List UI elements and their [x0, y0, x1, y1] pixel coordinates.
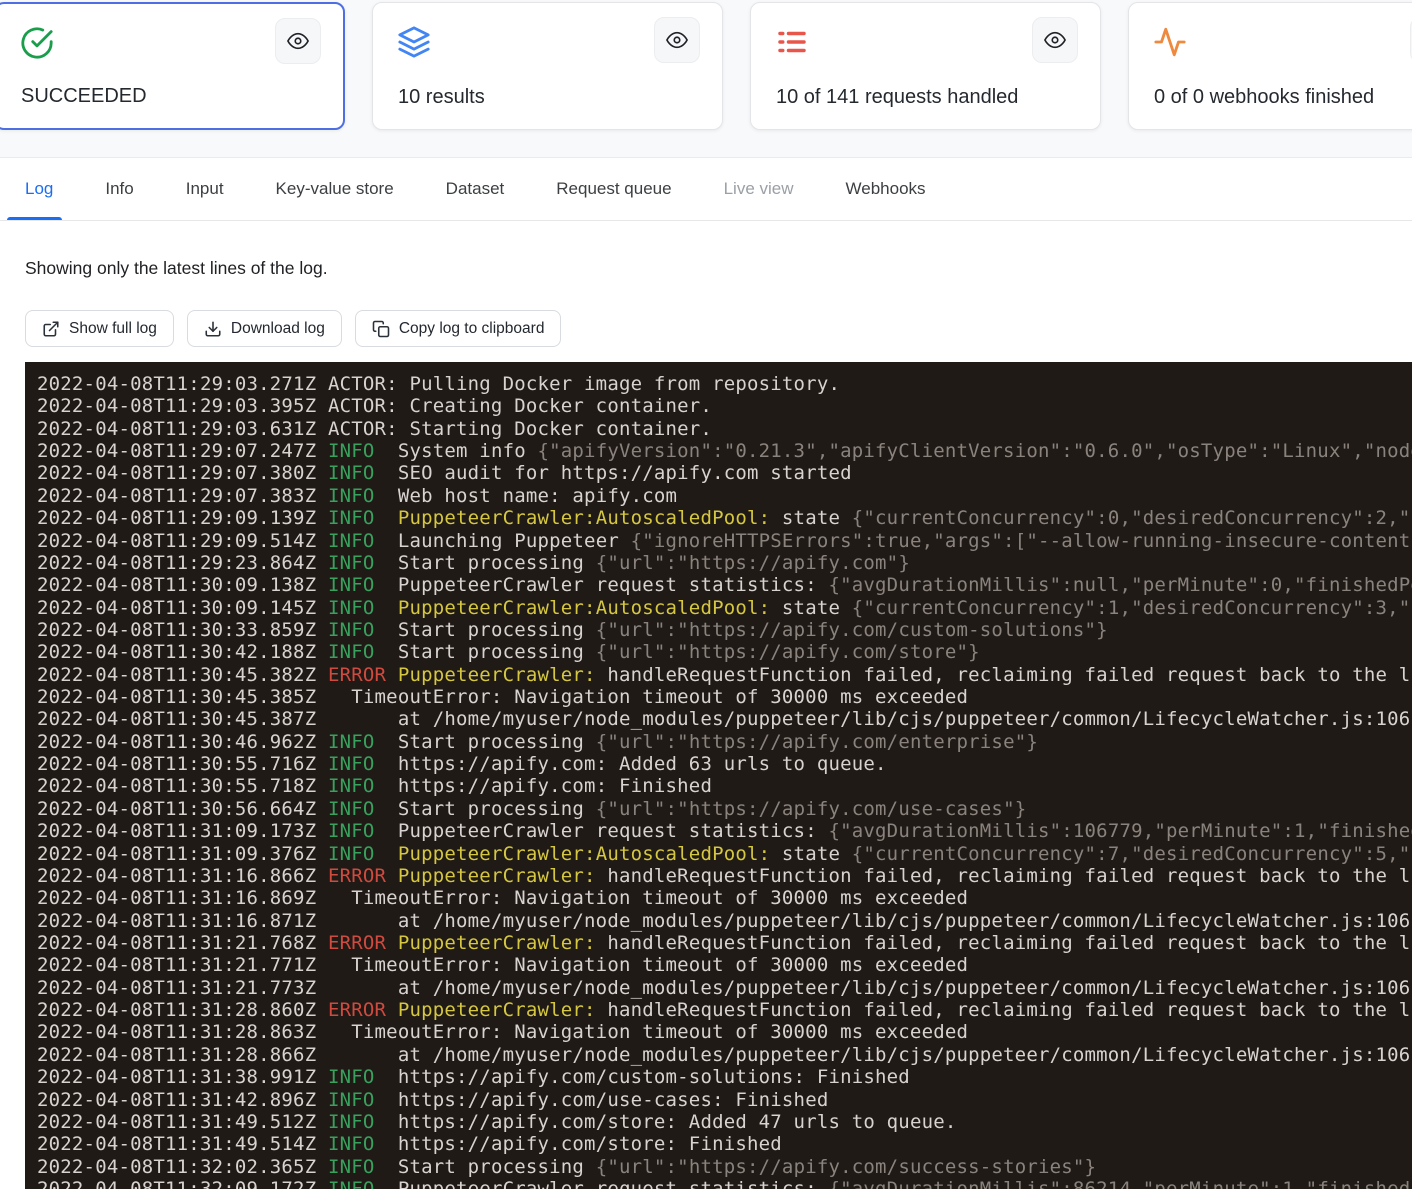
log-line: 2022-04-08T11:29:07.383Z INFO Web host n…: [37, 485, 1412, 507]
external-link-icon: [42, 320, 60, 338]
tab-log[interactable]: Log: [25, 179, 53, 199]
download-log-button[interactable]: Download log: [187, 310, 342, 347]
log-line: 2022-04-08T11:30:09.138Z INFO PuppeteerC…: [37, 574, 1412, 596]
log-note: Showing only the latest lines of the log…: [25, 258, 328, 279]
status-card-results: 10 results: [372, 2, 723, 130]
log-line: 2022-04-08T11:30:46.962Z INFO Start proc…: [37, 731, 1412, 753]
log-line: 2022-04-08T11:29:07.380Z INFO SEO audit …: [37, 462, 1412, 484]
log-line: 2022-04-08T11:29:03.395Z ACTOR: Creating…: [37, 395, 1412, 417]
log-line: 2022-04-08T11:32:09.172Z INFO PuppeteerC…: [37, 1178, 1412, 1189]
status-cards-row: SUCCEEDED 10 results: [0, 2, 1412, 130]
log-line: 2022-04-08T11:31:16.871Z at /home/myuser…: [37, 910, 1412, 932]
log-line: 2022-04-08T11:30:45.382Z ERROR Puppeteer…: [37, 664, 1412, 686]
log-line: 2022-04-08T11:30:33.859Z INFO Start proc…: [37, 619, 1412, 641]
download-icon: [204, 320, 222, 338]
tab-key-value-store[interactable]: Key-value store: [276, 179, 394, 199]
log-line: 2022-04-08T11:31:09.376Z INFO PuppeteerC…: [37, 843, 1412, 865]
copy-log-button[interactable]: Copy log to clipboard: [355, 310, 562, 347]
requests-label: 10 of 141 requests handled: [776, 86, 1018, 109]
activity-icon: [1153, 25, 1187, 64]
tab-input[interactable]: Input: [186, 179, 224, 199]
download-log-label: Download log: [231, 320, 325, 338]
tab-webhooks[interactable]: Webhooks: [846, 179, 926, 199]
log-actions: Show full log Download log Copy log to c…: [25, 310, 561, 347]
status-card-webhooks: 0 of 0 webhooks finished: [1128, 2, 1412, 130]
layers-icon: [397, 25, 431, 64]
eye-icon: [666, 29, 688, 51]
tab-info[interactable]: Info: [105, 179, 133, 199]
log-line: 2022-04-08T11:29:03.271Z ACTOR: Pulling …: [37, 373, 1412, 395]
view-results-button[interactable]: [654, 17, 700, 63]
webhooks-label: 0 of 0 webhooks finished: [1154, 86, 1374, 109]
log-line: 2022-04-08T11:32:02.365Z INFO Start proc…: [37, 1156, 1412, 1178]
show-full-log-label: Show full log: [69, 320, 157, 338]
tab-live-view: Live view: [724, 179, 794, 199]
log-line: 2022-04-08T11:31:42.896Z INFO https://ap…: [37, 1089, 1412, 1111]
status-card-run-status: SUCCEEDED: [0, 2, 345, 130]
log-line: 2022-04-08T11:31:16.866Z ERROR Puppeteer…: [37, 865, 1412, 887]
log-line: 2022-04-08T11:29:09.514Z INFO Launching …: [37, 530, 1412, 552]
log-line: 2022-04-08T11:31:28.866Z at /home/myuser…: [37, 1044, 1412, 1066]
tab-request-queue[interactable]: Request queue: [556, 179, 671, 199]
list-icon: [775, 25, 809, 64]
run-detail-tab-bar: Log Info Input Key-value store Dataset Reques…: [0, 157, 1412, 221]
log-line: 2022-04-08T11:31:49.512Z INFO https://ap…: [37, 1111, 1412, 1133]
log-line: 2022-04-08T11:29:23.864Z INFO Start proc…: [37, 552, 1412, 574]
log-line: 2022-04-08T11:30:45.385Z TimeoutError: N…: [37, 686, 1412, 708]
status-cards-section: SUCCEEDED 10 results: [0, 0, 1412, 157]
results-label: 10 results: [398, 86, 485, 109]
log-line: 2022-04-08T11:29:09.139Z INFO PuppeteerC…: [37, 507, 1412, 529]
show-full-log-button[interactable]: Show full log: [25, 310, 174, 347]
log-line: 2022-04-08T11:31:21.773Z at /home/myuser…: [37, 977, 1412, 999]
view-requests-button[interactable]: [1032, 17, 1078, 63]
log-line: 2022-04-08T11:29:07.247Z INFO System inf…: [37, 440, 1412, 462]
log-line: 2022-04-08T11:31:16.869Z TimeoutError: N…: [37, 887, 1412, 909]
log-line: 2022-04-08T11:29:03.631Z ACTOR: Starting…: [37, 418, 1412, 440]
log-line: 2022-04-08T11:31:28.860Z ERROR Puppeteer…: [37, 999, 1412, 1021]
log-line: 2022-04-08T11:31:09.173Z INFO PuppeteerC…: [37, 820, 1412, 842]
log-line: 2022-04-08T11:30:45.387Z at /home/myuser…: [37, 708, 1412, 730]
log-line: 2022-04-08T11:31:49.514Z INFO https://ap…: [37, 1133, 1412, 1155]
log-line: 2022-04-08T11:31:21.771Z TimeoutError: N…: [37, 954, 1412, 976]
check-circle-icon: [20, 26, 54, 65]
log-line: 2022-04-08T11:31:38.991Z INFO https://ap…: [37, 1066, 1412, 1088]
eye-icon: [1044, 29, 1066, 51]
log-terminal[interactable]: 2022-04-08T11:29:03.271Z ACTOR: Pulling …: [25, 362, 1412, 1189]
log-line: 2022-04-08T11:30:55.718Z INFO https://ap…: [37, 775, 1412, 797]
run-status-label: SUCCEEDED: [21, 85, 147, 108]
copy-log-label: Copy log to clipboard: [399, 320, 545, 338]
log-line: 2022-04-08T11:31:28.863Z TimeoutError: N…: [37, 1021, 1412, 1043]
copy-icon: [372, 320, 390, 338]
eye-icon: [287, 30, 309, 52]
log-line: 2022-04-08T11:31:21.768Z ERROR Puppeteer…: [37, 932, 1412, 954]
tab-dataset[interactable]: Dataset: [446, 179, 505, 199]
log-line: 2022-04-08T11:30:42.188Z INFO Start proc…: [37, 641, 1412, 663]
log-line: 2022-04-08T11:30:56.664Z INFO Start proc…: [37, 798, 1412, 820]
log-line: 2022-04-08T11:30:09.145Z INFO PuppeteerC…: [37, 597, 1412, 619]
status-card-requests: 10 of 141 requests handled: [750, 2, 1101, 130]
view-status-button[interactable]: [275, 18, 321, 64]
log-line: 2022-04-08T11:30:55.716Z INFO https://ap…: [37, 753, 1412, 775]
